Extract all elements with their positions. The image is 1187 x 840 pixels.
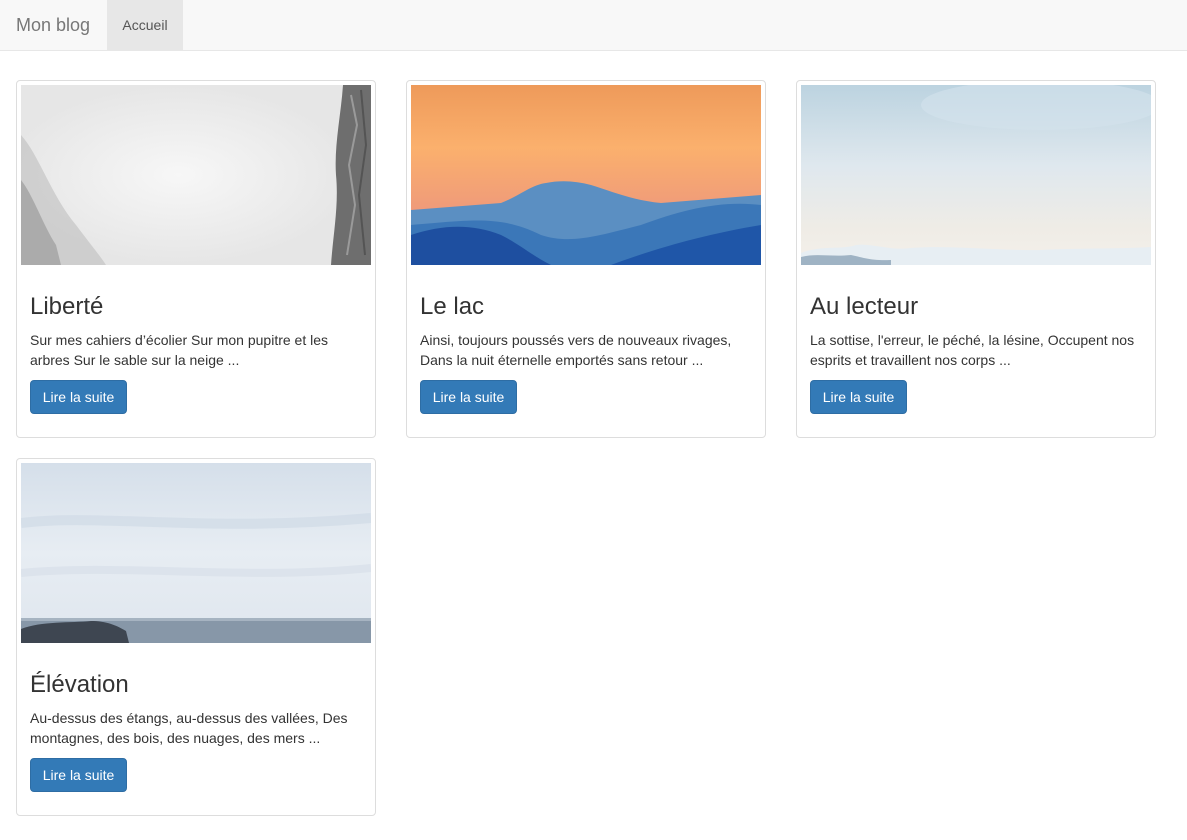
post-title: Le lac xyxy=(420,293,485,320)
post-title: Liberté xyxy=(30,293,104,320)
post-title: Au lecteur xyxy=(810,293,919,320)
post-excerpt: La sottise, l'erreur, le péché, la lésin… xyxy=(810,332,1135,368)
post-thumbnail[interactable] xyxy=(21,463,371,643)
post-excerpt: Au-dessus des étangs, au-dessus des vall… xyxy=(30,710,348,746)
post-title: Élévation xyxy=(30,671,129,698)
nav-item-accueil[interactable]: Accueil xyxy=(107,0,183,50)
misty-cliff-image xyxy=(21,85,371,265)
read-more-button[interactable]: Lire la suite xyxy=(810,380,907,414)
post-excerpt: Sur mes cahiers d’écolier Sur mon pupitr… xyxy=(30,332,329,368)
post-card: Liberté Sur mes cahiers d’écolier Sur mo… xyxy=(16,80,376,438)
post-thumbnail[interactable] xyxy=(21,85,371,265)
navbar: Mon blog Accueil xyxy=(0,0,1187,51)
post-card: Le lac Ainsi, toujours poussés vers de n… xyxy=(406,80,766,438)
sunset-mountains-image xyxy=(411,85,761,265)
sea-horizon-image xyxy=(21,463,371,643)
read-more-button[interactable]: Lire la suite xyxy=(30,380,127,414)
post-excerpt: Ainsi, toujours poussés vers de nouveaux… xyxy=(420,332,732,368)
sky-above-clouds-image xyxy=(801,85,1151,265)
post-thumbnail[interactable] xyxy=(411,85,761,265)
brand-link[interactable]: Mon blog xyxy=(16,14,90,36)
post-card: Élévation Au-dessus des étangs, au-dessu… xyxy=(16,458,376,816)
read-more-button[interactable]: Lire la suite xyxy=(420,380,517,414)
post-thumbnail[interactable] xyxy=(801,85,1151,265)
read-more-button[interactable]: Lire la suite xyxy=(30,758,127,792)
post-card: Au lecteur La sottise, l'erreur, le péch… xyxy=(796,80,1156,438)
